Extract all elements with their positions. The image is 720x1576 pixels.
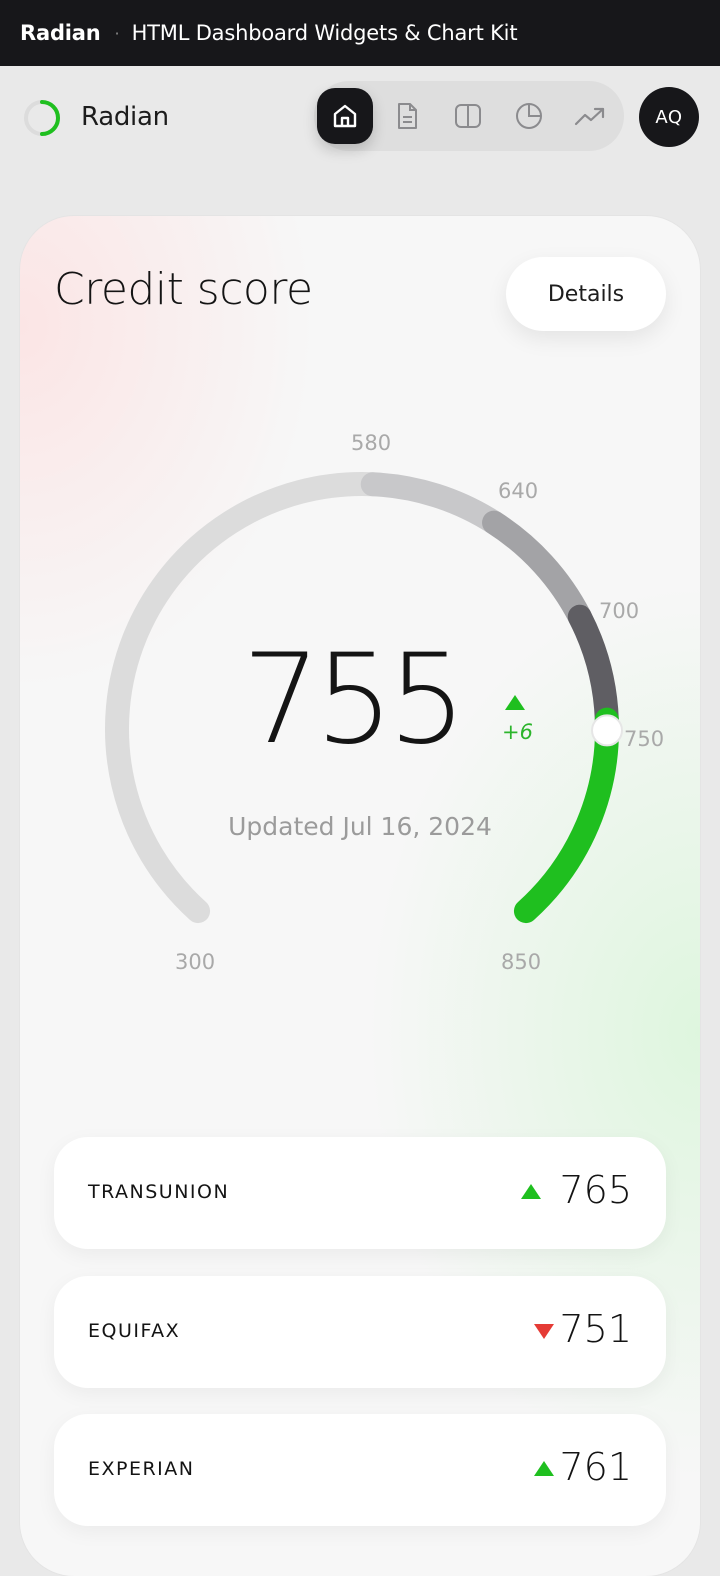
score-marker: [591, 714, 623, 747]
nav-home-button[interactable]: [317, 88, 373, 144]
main-nav: [314, 81, 624, 151]
document-icon: [398, 103, 417, 129]
updated-date: Updated Jul 16, 2024: [228, 812, 492, 841]
tick-label-300: 300: [175, 950, 216, 974]
tick-label-850: 850: [501, 950, 542, 974]
bureau-score: 765: [559, 1168, 632, 1212]
tick-label-640: 640: [498, 479, 539, 503]
user-avatar[interactable]: AQ: [639, 87, 699, 147]
tick-label-700: 700: [599, 599, 640, 623]
columns-icon: [455, 104, 481, 128]
bureau-score: 761: [559, 1445, 632, 1489]
nav-columns-button[interactable]: [440, 88, 496, 144]
tick-label-580: 580: [351, 431, 392, 455]
pie-chart-icon: [516, 103, 542, 129]
nav-analytics-button[interactable]: [501, 88, 557, 144]
trend-up-icon: [505, 695, 525, 710]
gauge-segment-good: [482, 510, 592, 629]
gauge-segment-fair: [360, 472, 507, 535]
bureau-name: TRANSUNION: [88, 1181, 230, 1203]
trend-up-icon: [534, 1461, 554, 1476]
bureau-name: EQUIFAX: [88, 1320, 181, 1342]
trend-up-icon: [521, 1184, 541, 1199]
trend-down-icon: [534, 1324, 554, 1339]
bureau-score: 751: [559, 1307, 632, 1351]
bureau-row-experian[interactable]: EXPERIAN 761: [54, 1414, 666, 1526]
credit-score-card: Credit score Details 300 580 640 700 750…: [20, 216, 700, 1576]
bureau-row-equifax[interactable]: EQUIFAX 751: [54, 1276, 666, 1388]
trending-up-icon: [574, 107, 605, 126]
score-delta: +6: [502, 720, 533, 744]
bureau-row-transunion[interactable]: TRANSUNION 765: [54, 1137, 666, 1249]
credit-score-value: 755: [242, 628, 467, 772]
app-header: Radian AQ: [0, 66, 720, 170]
gauge-segment-very-good: [567, 604, 619, 732]
topbar-brand[interactable]: Radian: [20, 21, 101, 45]
tick-label-750: 750: [624, 727, 665, 751]
logo-ring-icon: [24, 100, 60, 136]
nav-trends-button[interactable]: [562, 88, 618, 144]
home-icon: [333, 104, 357, 128]
topbar-subtitle: HTML Dashboard Widgets & Chart Kit: [131, 21, 518, 45]
bureau-name: EXPERIAN: [88, 1458, 195, 1480]
logo-text[interactable]: Radian: [81, 102, 169, 132]
topbar-separator: ·: [114, 23, 120, 43]
top-bar: Radian · HTML Dashboard Widgets & Chart …: [0, 0, 720, 66]
nav-documents-button[interactable]: [379, 88, 435, 144]
